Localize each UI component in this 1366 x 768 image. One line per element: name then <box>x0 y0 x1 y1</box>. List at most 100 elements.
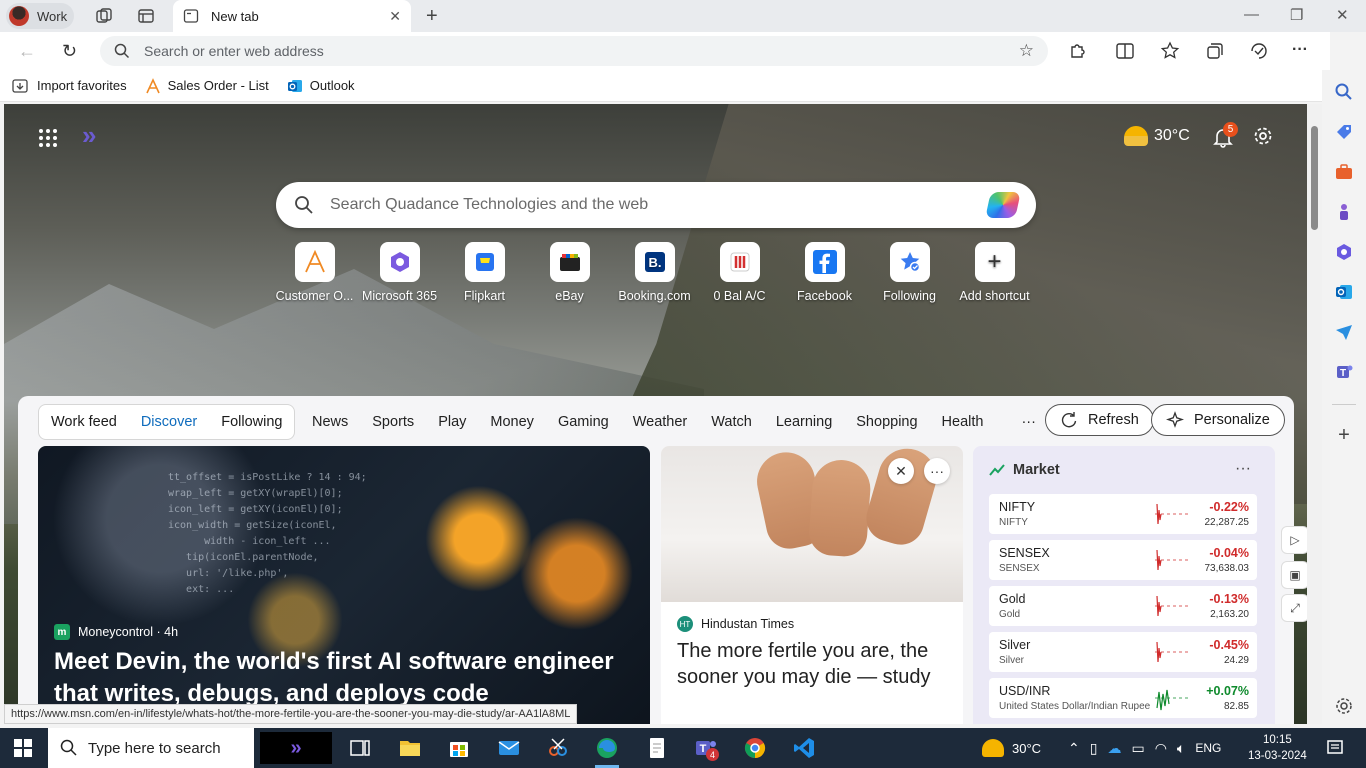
microsoft-365-icon[interactable] <box>1334 242 1354 262</box>
copilot-icon[interactable] <box>985 192 1021 218</box>
browser-essentials-icon[interactable] <box>1249 41 1269 61</box>
scrollbar-thumb[interactable] <box>1311 126 1318 230</box>
market-row-nifty[interactable]: NIFTY NIFTY -0.22% 22,287.25 <box>989 494 1257 534</box>
tools-icon[interactable] <box>1334 162 1354 182</box>
language-indicator[interactable]: ENG <box>1195 741 1221 755</box>
page-settings-icon[interactable] <box>1253 126 1273 146</box>
edge-icon[interactable] <box>595 736 619 760</box>
market-row-gold[interactable]: Gold Gold -0.13% 2,163.20 <box>989 586 1257 626</box>
fav-outlook[interactable]: Outlook <box>287 78 355 94</box>
article-more-icon[interactable]: ··· <box>924 458 950 484</box>
weather-widget[interactable]: 30°C <box>1124 126 1190 146</box>
add-sidebar-app-icon[interactable]: + <box>1334 424 1354 446</box>
segment-following[interactable]: Following <box>209 414 294 430</box>
back-button[interactable]: ← <box>18 41 36 62</box>
minimize-button[interactable]: — <box>1244 6 1259 23</box>
hero-article-card[interactable]: tt_offset = isPostLike ? 14 : 94; wrap_l… <box>38 446 650 724</box>
category-shopping[interactable]: Shopping <box>856 414 917 430</box>
personalize-button[interactable]: Personalize <box>1151 404 1285 436</box>
workspaces-icon[interactable] <box>95 7 113 25</box>
device-icon[interactable]: ▯ <box>1090 740 1098 757</box>
category-play[interactable]: Play <box>438 414 466 430</box>
more-menu-icon[interactable]: ··· <box>1292 41 1312 61</box>
category-sports[interactable]: Sports <box>372 414 414 430</box>
address-bar[interactable]: Search or enter web address ☆ <box>100 36 1048 66</box>
shortcut-zero-bal[interactable]: 0 Bal A/C <box>697 242 782 303</box>
web-search-box[interactable]: Search Quadance Technologies and the web <box>276 182 1036 228</box>
task-view-icon[interactable] <box>348 736 372 760</box>
shopping-tag-icon[interactable] <box>1334 122 1354 142</box>
segment-work-feed[interactable]: Work feed <box>39 414 129 430</box>
search-icon[interactable] <box>1334 82 1354 102</box>
onedrive-icon[interactable]: ☁ <box>1107 740 1121 757</box>
shortcut-flipkart[interactable]: Flipkart <box>442 242 527 303</box>
profile-button[interactable]: Work <box>6 3 74 29</box>
tray-weather[interactable]: 30°C <box>982 728 1041 768</box>
organization-logo-icon[interactable]: » <box>82 120 96 151</box>
outlook-icon[interactable] <box>1334 282 1354 302</box>
show-hidden-icons-icon[interactable]: ⌃ <box>1068 740 1080 757</box>
category-watch[interactable]: Watch <box>711 414 752 430</box>
market-header[interactable]: Market <box>989 462 1060 478</box>
shortcut-booking[interactable]: B. Booking.com <box>612 242 697 303</box>
dismiss-article-icon[interactable]: ✕ <box>888 458 914 484</box>
category-health[interactable]: Health <box>942 414 984 430</box>
clock[interactable]: 10:15 13-03-2024 <box>1248 732 1307 764</box>
new-tab-button[interactable]: + <box>426 5 438 28</box>
network-icon[interactable]: ◠ <box>1155 740 1167 757</box>
category-learning[interactable]: Learning <box>776 414 832 430</box>
snipping-tool-icon[interactable] <box>546 736 570 760</box>
refresh-feed-button[interactable]: Refresh <box>1045 404 1154 436</box>
category-gaming[interactable]: Gaming <box>558 414 609 430</box>
drop-icon[interactable] <box>1334 322 1354 342</box>
image-toggle-icon[interactable]: ▣ <box>1281 561 1307 589</box>
close-window-button[interactable]: ✕ <box>1336 6 1349 24</box>
games-icon[interactable] <box>1334 202 1354 222</box>
chrome-icon[interactable] <box>743 736 767 760</box>
fav-import[interactable]: Import favorites <box>12 78 127 94</box>
shortcut-following[interactable]: Following <box>867 242 952 303</box>
taskbar-search[interactable]: Type here to search <box>48 728 254 768</box>
mail-icon[interactable] <box>497 736 521 760</box>
market-more-icon[interactable]: ··· <box>1235 460 1251 478</box>
category-news[interactable]: News <box>312 414 348 430</box>
shortcut-ebay[interactable]: eBay <box>527 242 612 303</box>
windows-start-icon[interactable] <box>14 739 32 757</box>
page-scrollbar[interactable] <box>1307 104 1322 724</box>
microsoft-store-icon[interactable] <box>447 736 471 760</box>
notepad-icon[interactable] <box>645 736 669 760</box>
notification-center-icon[interactable] <box>1326 739 1344 757</box>
volume-icon[interactable]: 🔈︎ <box>1177 740 1185 757</box>
sidebar-settings-icon[interactable] <box>1334 696 1354 716</box>
play-icon[interactable]: ▷ <box>1281 526 1307 554</box>
collections-icon[interactable] <box>1205 41 1225 61</box>
article-headline[interactable]: The more fertile you are, the sooner you… <box>677 638 955 690</box>
vscode-icon[interactable] <box>792 736 816 760</box>
close-tab-icon[interactable]: ✕ <box>389 8 401 25</box>
article-card[interactable]: ✕ ··· HT Hindustan Times The more fertil… <box>661 446 963 724</box>
extensions-icon[interactable] <box>1068 41 1088 61</box>
favorites-icon[interactable] <box>1160 41 1180 61</box>
category-weather[interactable]: Weather <box>633 414 688 430</box>
fav-sales-order[interactable]: Sales Order - List <box>145 77 269 94</box>
category-money[interactable]: Money <box>490 414 534 430</box>
shortcut-add[interactable]: + Add shortcut <box>952 242 1037 303</box>
teams-icon[interactable]: T <box>1334 362 1354 382</box>
hero-headline[interactable]: Meet Devin, the world's first AI softwar… <box>54 646 634 710</box>
restore-button[interactable]: ❐ <box>1290 6 1303 24</box>
market-row-sensex[interactable]: SENSEX SENSEX -0.04% 73,638.03 <box>989 540 1257 580</box>
market-row-usd-inr[interactable]: USD/INR United States Dollar/Indian Rupee… <box>989 678 1257 718</box>
org-app-icon[interactable]: » <box>260 732 332 764</box>
more-categories-button[interactable]: ··· <box>1021 414 1036 430</box>
shortcut-customer-order[interactable]: Customer O... <box>272 242 357 303</box>
tab-new-tab[interactable]: New tab ✕ <box>173 0 411 32</box>
refresh-button[interactable]: ↻ <box>62 41 77 62</box>
battery-icon[interactable]: ▭ <box>1131 740 1144 757</box>
tab-actions-icon[interactable] <box>137 7 155 25</box>
shortcut-microsoft-365[interactable]: Microsoft 365 <box>357 242 442 303</box>
split-screen-icon[interactable] <box>1115 41 1135 61</box>
expand-icon[interactable]: ⤢ <box>1281 594 1307 622</box>
shortcut-facebook[interactable]: Facebook <box>782 242 867 303</box>
segment-discover[interactable]: Discover <box>129 414 209 430</box>
market-row-silver[interactable]: Silver Silver -0.45% 24.29 <box>989 632 1257 672</box>
